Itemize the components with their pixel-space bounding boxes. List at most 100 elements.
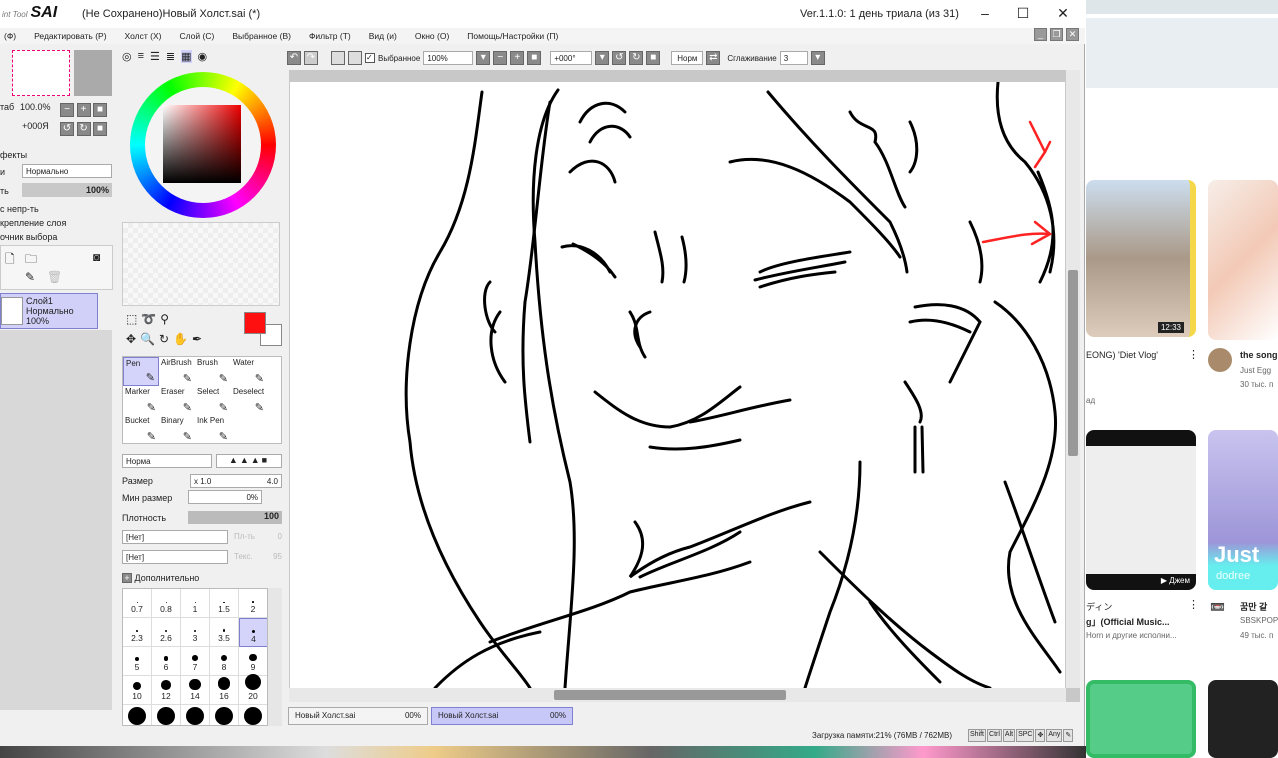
rotate-left-button[interactable]: ↺ — [612, 51, 627, 65]
brush-texture-select[interactable]: [Нет] — [122, 530, 228, 544]
brush-size-preset[interactable]: 20 — [239, 674, 267, 705]
eyedropper-icon[interactable]: ✒ — [192, 332, 206, 346]
tool-ink-pen[interactable]: Ink Pen ✎ — [195, 415, 231, 444]
saturation-value-square[interactable] — [163, 105, 241, 183]
brush-size-preset[interactable]: 14 — [181, 676, 210, 705]
brush-size-preset[interactable]: 0.8 — [152, 589, 181, 618]
video-title-3[interactable]: ディン — [1086, 600, 1112, 613]
delete-layer-icon[interactable]: 🗑 — [47, 270, 62, 284]
brush-size-preset[interactable]: 12 — [152, 676, 181, 705]
move-icon[interactable]: ✥ — [126, 332, 140, 346]
brush-size-preset[interactable]: 9 — [239, 647, 267, 676]
rect-select-icon[interactable]: ⬚ — [126, 312, 141, 326]
video-title-4[interactable]: 꿈만 같 — [1240, 600, 1267, 613]
menu-file[interactable]: (Ф) — [4, 31, 16, 41]
menu-help[interactable]: Помощь/Настройки (П) — [467, 31, 558, 41]
brush-size-preset[interactable]: 2.3 — [123, 618, 152, 647]
channel-icon[interactable]: 📼 — [1210, 600, 1225, 614]
menu-filter[interactable]: Фильтр (Т) — [309, 31, 351, 41]
hsv-slider-tab[interactable]: ☰ — [150, 50, 160, 63]
modifier-key[interactable]: Ctrl — [987, 729, 1002, 742]
horizontal-scroll-thumb[interactable] — [554, 690, 786, 700]
close-button[interactable]: ✕ — [1048, 3, 1078, 23]
video-channel-4[interactable]: SBSKPOP — [1240, 616, 1278, 625]
menu-window[interactable]: Окно (О) — [415, 31, 449, 41]
brush-size-preset[interactable]: 8 — [210, 647, 239, 676]
video-thumbnail-4[interactable]: Just dodree — [1208, 430, 1278, 590]
tool-marker[interactable]: Marker ✎ — [123, 386, 159, 415]
new-folder-icon[interactable]: 🗀 — [25, 250, 37, 271]
menu-view[interactable]: Вид (и) — [369, 31, 397, 41]
flip-button[interactable]: ⇄ — [706, 51, 721, 65]
zoom-value[interactable]: 100.0% — [20, 102, 51, 112]
zoom-select[interactable]: 100% — [423, 51, 474, 65]
brush-size-preset[interactable]: 10 — [123, 676, 152, 705]
brush-size-preset[interactable]: 2 — [239, 589, 267, 618]
smoothing-dropdown-icon[interactable]: ▾ — [810, 51, 825, 65]
brush-size-preset[interactable]: 3 — [181, 618, 210, 647]
video-title-2[interactable]: the song — [1240, 350, 1278, 360]
video-title-1[interactable]: EONG) 'Diet Vlog' — [1086, 350, 1158, 360]
rotate-reset-button[interactable]: ■ — [646, 51, 661, 65]
vertical-scroll-thumb[interactable] — [1068, 270, 1078, 456]
brush-size-preset[interactable]: 3.5 — [210, 618, 239, 647]
invert-button[interactable] — [348, 51, 362, 65]
rgb-slider-tab[interactable]: ≡ — [138, 50, 144, 63]
blend-mode-select[interactable]: Нормально — [22, 164, 112, 178]
brush-size-preset[interactable]: 7 — [181, 647, 210, 676]
size-presets-scrollbar[interactable] — [268, 588, 282, 726]
tool-bucket[interactable]: Bucket ✎ — [123, 415, 159, 444]
new-layer-icon[interactable]: 🗋 — [5, 250, 15, 271]
document-tab-1[interactable]: Новый Холст.sai 00% — [288, 707, 428, 725]
zoom-reset-button[interactable]: ■ — [527, 51, 542, 65]
modifier-key[interactable]: Any — [1046, 729, 1063, 742]
brush-blend-select[interactable]: Норма — [122, 454, 212, 468]
undo-button[interactable]: ↶ — [287, 51, 301, 65]
rotation-select[interactable]: +000° — [550, 51, 593, 65]
menu-layer[interactable]: Слой (С) — [179, 31, 214, 41]
opacity-slider[interactable]: 100% — [22, 183, 112, 197]
view-mode-button[interactable]: Норм — [671, 51, 704, 65]
hand-icon[interactable]: ✋ — [173, 332, 192, 346]
menu-selection[interactable]: Выбранное (В) — [232, 31, 291, 41]
deselect-button[interactable] — [331, 51, 345, 65]
brush-size-preset[interactable] — [210, 705, 239, 725]
brush-size-preset[interactable]: 1.5 — [210, 589, 239, 618]
brush-size-preset[interactable]: 5 — [123, 647, 152, 676]
brush-size-preset[interactable] — [123, 705, 152, 725]
color-wheel-tab[interactable]: ◎ — [122, 50, 132, 63]
brush-size-preset[interactable]: 6 — [152, 647, 181, 676]
scratchpad[interactable] — [122, 222, 280, 306]
video-title-3-line2[interactable]: g」(Official Music... — [1086, 615, 1170, 628]
zoom-out-button[interactable]: − — [493, 51, 508, 65]
navigator-preview[interactable] — [12, 50, 70, 96]
modifier-key[interactable]: Shift — [968, 729, 987, 742]
option-clipping[interactable]: крепление слоя — [0, 218, 66, 228]
video-thumbnail-6[interactable] — [1208, 680, 1278, 758]
mixer-tab[interactable]: ≣ — [166, 50, 175, 63]
primary-color[interactable] — [244, 312, 266, 334]
modifier-key[interactable]: ✥ — [1035, 729, 1046, 742]
rotate-icon[interactable]: ↻ — [159, 332, 173, 346]
maximize-button[interactable]: ☐ — [1008, 3, 1038, 23]
brush-size-preset[interactable]: 0.7 — [123, 589, 152, 618]
horizontal-scrollbar[interactable] — [289, 688, 1066, 702]
modifier-key[interactable]: Alt — [1002, 729, 1016, 742]
swatches-tab[interactable]: ▦ — [181, 50, 192, 63]
smoothing-select[interactable]: 3 — [779, 51, 808, 65]
zoom-dropdown-icon[interactable]: ▾ — [476, 51, 491, 65]
tool-pen[interactable]: Pen ✎ — [123, 357, 159, 386]
video-thumbnail-1[interactable]: 12:33 — [1086, 180, 1196, 337]
brush-size-preset[interactable]: 4 — [239, 618, 267, 647]
nav-zoom-in-button[interactable]: + — [76, 103, 91, 117]
drawing-canvas[interactable] — [290, 80, 1065, 690]
video-menu-icon[interactable]: ⋮ — [1188, 348, 1199, 361]
modifier-key[interactable]: SPC — [1016, 729, 1035, 742]
tool-select[interactable]: Select ✎ — [195, 386, 231, 415]
video-channel-2[interactable]: Just Egg — [1240, 366, 1271, 375]
rotate-right-button[interactable]: ↻ — [629, 51, 644, 65]
mdi-restore-button[interactable]: ❐ — [1050, 28, 1063, 41]
brush-size-preset[interactable]: 16 — [210, 676, 239, 705]
video-menu-icon[interactable]: ⋮ — [1188, 598, 1199, 611]
document-tab-2-active[interactable]: Новый Холст.sai 00% — [431, 707, 573, 725]
